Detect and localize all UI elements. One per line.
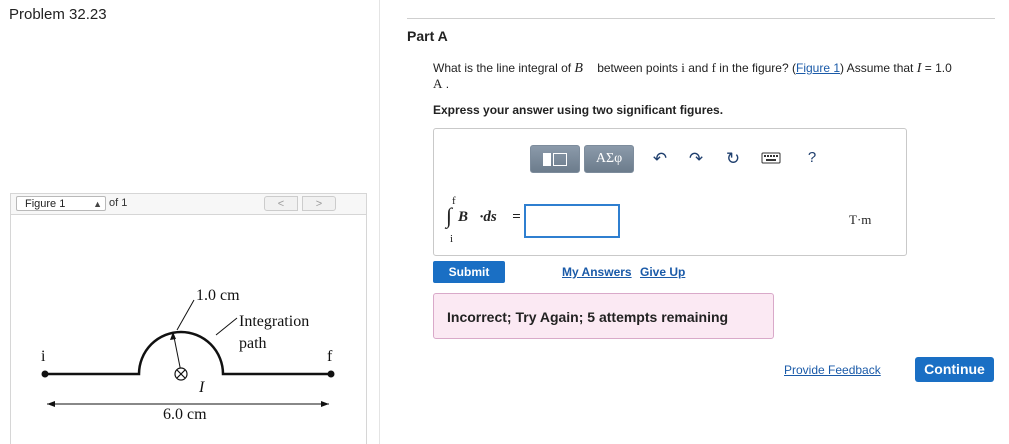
part-title: Part A	[407, 28, 448, 44]
keyboard-icon[interactable]	[761, 150, 781, 170]
answer-box: ΑΣφ ↶ ↷ ↻ ? f ∫ B⃗·ds⃗ = i T·m	[433, 128, 907, 256]
feedback-message: Incorrect; Try Again; 5 attempts remaini…	[433, 293, 774, 339]
question-segment: and	[684, 61, 712, 75]
integration-label-line2: path	[239, 335, 267, 352]
question-segment: between points	[593, 61, 682, 75]
question-segment: What is the line integral of	[433, 61, 575, 75]
point-f-dot	[327, 370, 335, 378]
answer-instruction: Express your answer using two significan…	[433, 103, 724, 117]
next-figure-button[interactable]: >	[302, 196, 336, 211]
templates-button[interactable]	[530, 145, 580, 173]
current-label: I	[198, 379, 205, 396]
submit-button[interactable]: Submit	[433, 261, 505, 283]
help-icon[interactable]: ?	[802, 149, 822, 166]
integral-upper-limit: f	[452, 195, 456, 207]
integration-leader	[215, 317, 238, 336]
figure-diagram: 1.0 cm Integration path i f I 6.0 cm	[41, 287, 335, 423]
point-f-label: f	[327, 348, 333, 365]
unit-text: A	[433, 76, 443, 91]
vector-b-symbol: B⃗	[574, 61, 594, 76]
figure-link[interactable]: Figure 1	[796, 61, 840, 75]
radius-leader	[176, 299, 195, 331]
give-up-link[interactable]: Give Up	[640, 265, 685, 279]
header-divider	[407, 18, 995, 19]
figure-canvas: 1.0 cm Integration path i f I 6.0 cm	[10, 214, 367, 444]
select-caret-icon: ▲︎	[93, 199, 102, 209]
undo-icon[interactable]: ↶	[650, 149, 670, 169]
point-i-label: i	[41, 348, 46, 365]
templates-icon	[543, 151, 567, 167]
point-i-dot	[41, 370, 49, 378]
my-answers-link[interactable]: My Answers	[562, 265, 632, 279]
question-segment: = 1.0	[921, 61, 952, 75]
figure-count: of 1	[109, 197, 128, 209]
question-segment: ) Assume that	[840, 61, 917, 75]
width-label: 6.0 cm	[163, 406, 207, 423]
reset-icon[interactable]: ↻	[723, 149, 743, 169]
integration-path	[45, 330, 331, 376]
redo-icon[interactable]: ↷	[686, 149, 706, 169]
integration-label-line1: Integration	[239, 313, 309, 330]
greek-symbols-button[interactable]: ΑΣφ	[584, 145, 634, 173]
figure-pane: Problem 32.23 Figure 1 ▲︎ of 1 < > 1.0 c…	[0, 0, 380, 444]
radius-label: 1.0 cm	[196, 287, 240, 304]
integrand: B⃗·ds⃗ =	[458, 209, 521, 225]
continue-button[interactable]: Continue	[915, 357, 994, 382]
figure-select-label: Figure 1	[25, 198, 66, 210]
figure-select[interactable]: Figure 1 ▲︎	[16, 196, 106, 211]
provide-feedback-link[interactable]: Provide Feedback	[784, 363, 881, 377]
question-segment: in the figure? (	[715, 61, 796, 75]
answer-units: T·m	[849, 212, 872, 227]
integral-expression: f ∫ B⃗·ds⃗ = i	[444, 195, 524, 245]
integral-sign-icon: ∫	[446, 203, 453, 228]
figure-toolbar: Figure 1 ▲︎ of 1 < >	[10, 193, 367, 215]
prev-figure-button[interactable]: <	[264, 196, 298, 211]
answer-input[interactable]	[524, 204, 620, 238]
question-text: What is the line integral of B⃗ between …	[433, 60, 952, 91]
problem-title: Problem 32.23	[9, 6, 107, 23]
integral-lower-limit: i	[450, 233, 454, 245]
